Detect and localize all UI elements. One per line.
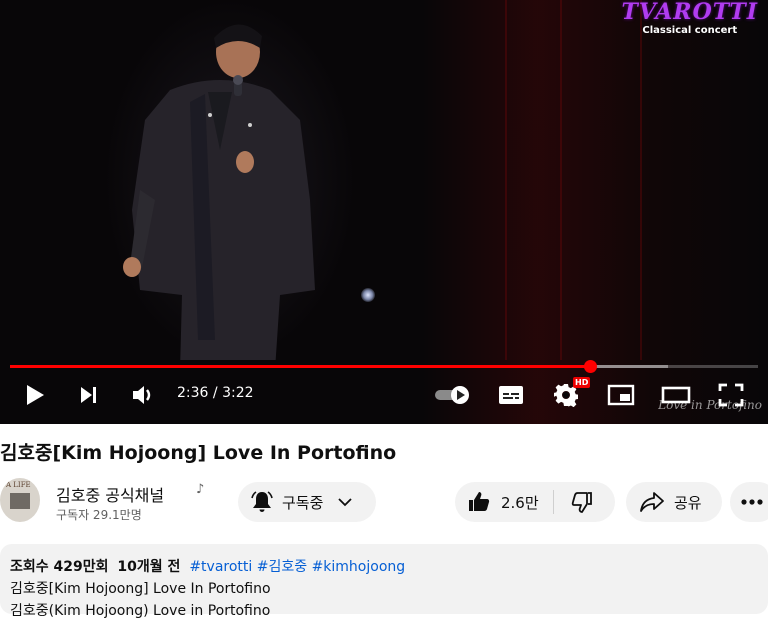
stage-spotlight xyxy=(361,288,375,302)
play-button[interactable] xyxy=(22,380,48,410)
time-separator: / xyxy=(208,385,223,401)
more-actions-button[interactable] xyxy=(730,482,768,522)
autoplay-toggle[interactable] xyxy=(432,380,474,410)
fullscreen-icon xyxy=(718,383,744,407)
curtain-stripe xyxy=(560,0,562,360)
scrubber-handle[interactable] xyxy=(583,360,597,373)
more-horizontal-icon xyxy=(741,499,763,505)
view-count: 조회수 429만회 xyxy=(10,559,109,575)
hashtag-link[interactable]: #tvarotti xyxy=(189,559,252,575)
time-display: 2:36 / 3:22 xyxy=(177,385,254,401)
brand-logo-wordmark: TVAROTTI xyxy=(621,0,758,25)
share-label: 공유 xyxy=(674,493,702,512)
subscriber-count: 구독자 29.1만명 xyxy=(56,508,142,522)
curtain-stripe xyxy=(640,0,642,360)
subscribed-button[interactable]: 구독중 xyxy=(238,482,376,522)
theater-mode-button[interactable] xyxy=(660,380,692,410)
upload-age: 10개월 전 xyxy=(117,559,181,575)
hd-badge: HD xyxy=(573,377,591,388)
thumbs-up-icon xyxy=(469,492,490,511)
theater-mode-icon xyxy=(661,386,691,404)
like-button[interactable]: 2.6만 xyxy=(455,482,553,522)
dislike-button[interactable] xyxy=(554,482,610,522)
channel-avatar[interactable]: A LIFE xyxy=(0,478,40,522)
description-line: 김호중[Kim Hojoong] Love In Portofino xyxy=(10,581,271,597)
brand-logo-subtitle: Classical concert xyxy=(642,25,738,36)
subtitles-icon xyxy=(499,386,523,404)
avatar-image xyxy=(10,493,30,509)
like-count: 2.6만 xyxy=(501,493,539,512)
music-note-icon: ♪ xyxy=(196,482,205,497)
next-button[interactable] xyxy=(76,380,102,410)
curtain-stripe xyxy=(505,0,507,360)
progress-bar[interactable] xyxy=(10,360,758,373)
skip-next-icon xyxy=(81,387,96,403)
volume-button[interactable] xyxy=(128,380,158,410)
progress-played xyxy=(10,365,590,368)
singer-figure xyxy=(123,24,315,360)
volume-icon xyxy=(133,386,151,404)
hashtag-link[interactable]: #김호중 xyxy=(257,559,307,575)
current-time: 2:36 xyxy=(177,385,209,401)
fullscreen-button[interactable] xyxy=(716,380,746,410)
description-meta: 조회수 429만회 10개월 전 #tvarotti #김호중 #kimhojo… xyxy=(10,556,405,576)
channel-name[interactable]: 김호중 공식채널 xyxy=(56,482,164,506)
avatar-label: A LIFE xyxy=(6,481,31,489)
video-player[interactable]: TVAROTTI Classical concert Love in Porto… xyxy=(0,0,768,424)
bell-icon xyxy=(251,491,273,512)
subtitles-button[interactable] xyxy=(497,380,525,410)
miniplayer-icon xyxy=(607,384,635,406)
description-line: 김호중(Kim Hojoong) Love in Portofino xyxy=(10,603,271,619)
hashtag-link[interactable]: #kimhojoong xyxy=(312,559,406,575)
miniplayer-button[interactable] xyxy=(606,380,636,410)
subscribed-label: 구독중 xyxy=(282,493,324,512)
like-dislike-group: 2.6만 xyxy=(455,482,615,522)
chevron-down-icon xyxy=(338,498,353,507)
autoplay-toggle-icon xyxy=(435,386,469,404)
channel-brand-logo: TVAROTTI Classical concert xyxy=(622,0,759,36)
thumbs-down-icon xyxy=(571,492,592,513)
total-time: 3:22 xyxy=(222,385,254,401)
video-title: 김호중[Kim Hojoong] Love In Portofino xyxy=(0,442,397,464)
play-icon xyxy=(27,385,44,405)
share-icon xyxy=(640,492,664,512)
share-button[interactable]: 공유 xyxy=(626,482,722,522)
